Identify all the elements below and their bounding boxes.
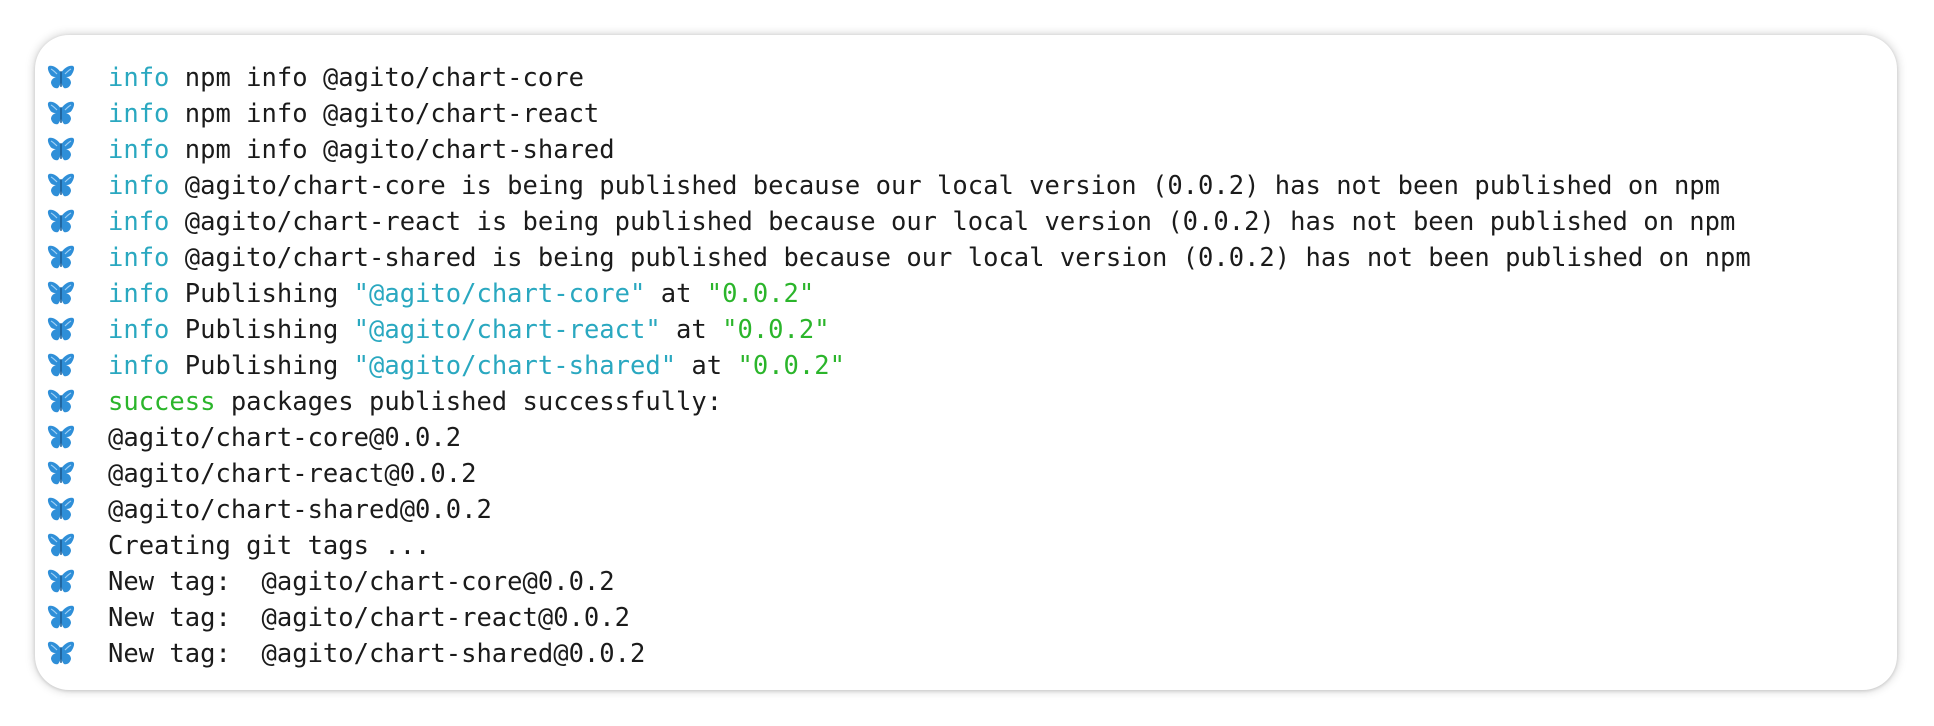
butterfly-icon — [47, 173, 75, 199]
log-message: @agito/chart-shared@0.0.2 — [108, 495, 492, 525]
butterfly-icon — [47, 353, 75, 379]
log-text: info npm info @agito/chart-react — [108, 96, 599, 132]
log-message: @agito/chart-react@0.0.2 — [108, 459, 477, 489]
log-message: @agito/chart-core@0.0.2 — [108, 423, 462, 453]
butterfly-icon — [47, 65, 75, 91]
log-message: at — [676, 351, 738, 381]
butterfly-icon — [47, 281, 75, 307]
log-line: info Publishing "@agito/chart-shared" at… — [35, 348, 1897, 384]
log-line: New tag: @agito/chart-shared@0.0.2 — [35, 636, 1897, 672]
log-message: npm info @agito/chart-core — [169, 63, 584, 93]
log-message: npm info @agito/chart-shared — [169, 135, 615, 165]
log-line: info @agito/chart-react is being publish… — [35, 204, 1897, 240]
log-message: New tag: @agito/chart-shared@0.0.2 — [108, 639, 646, 669]
log-text: New tag: @agito/chart-shared@0.0.2 — [108, 636, 645, 672]
log-message: Publishing — [169, 315, 354, 345]
butterfly-icon — [47, 389, 75, 415]
log-message: Creating git tags ... — [108, 531, 431, 561]
log-text: info @agito/chart-react is being publish… — [108, 204, 1735, 240]
butterfly-icon — [47, 425, 75, 451]
log-line: info @agito/chart-core is being publishe… — [35, 168, 1897, 204]
log-line: New tag: @agito/chart-react@0.0.2 — [35, 600, 1897, 636]
log-level-info: info — [108, 207, 170, 237]
version-string: "0.0.2" — [706, 279, 815, 309]
version-string: "0.0.2" — [722, 315, 830, 345]
log-message: at — [645, 279, 707, 309]
log-level-info: info — [108, 279, 170, 309]
log-line: info @agito/chart-shared is being publis… — [35, 240, 1897, 276]
butterfly-icon — [47, 101, 75, 127]
log-level-info: info — [108, 351, 170, 381]
butterfly-icon — [47, 497, 75, 523]
log-line: @agito/chart-react@0.0.2 — [35, 456, 1897, 492]
log-text: New tag: @agito/chart-react@0.0.2 — [108, 600, 630, 636]
butterfly-icon — [47, 533, 75, 559]
log-message: Publishing — [169, 279, 354, 309]
log-level-info: info — [108, 99, 170, 129]
log-text: info Publishing "@agito/chart-shared" at… — [108, 348, 845, 384]
log-line: @agito/chart-core@0.0.2 — [35, 420, 1897, 456]
log-message: at — [660, 315, 723, 345]
log-text: @agito/chart-react@0.0.2 — [108, 456, 476, 492]
package-name-string: "@agito/chart-core" — [353, 279, 646, 309]
log-message: Publishing — [169, 351, 354, 381]
terminal-output: info npm info @agito/chart-core info npm … — [35, 60, 1897, 672]
log-line: New tag: @agito/chart-core@0.0.2 — [35, 564, 1897, 600]
log-line: info npm info @agito/chart-core — [35, 60, 1897, 96]
log-level-info: info — [108, 63, 170, 93]
log-message: New tag: @agito/chart-react@0.0.2 — [108, 603, 630, 633]
log-text: info Publishing "@agito/chart-core" at "… — [108, 276, 814, 312]
log-level-info: info — [108, 315, 170, 345]
log-text: info npm info @agito/chart-core — [108, 60, 584, 96]
butterfly-icon — [47, 245, 75, 271]
log-line: info Publishing "@agito/chart-core" at "… — [35, 276, 1897, 312]
log-text: success packages published successfully: — [108, 384, 722, 420]
log-line: success packages published successfully: — [35, 384, 1897, 420]
butterfly-icon — [47, 461, 75, 487]
package-name-string: "@agito/chart-react" — [353, 315, 661, 345]
package-name-string: "@agito/chart-shared" — [353, 351, 677, 381]
log-message: @agito/chart-react is being published be… — [169, 207, 1736, 237]
log-text: info @agito/chart-shared is being publis… — [108, 240, 1751, 276]
log-text: info @agito/chart-core is being publishe… — [108, 168, 1720, 204]
log-level-success: success — [108, 387, 216, 417]
log-message: @agito/chart-shared is being published b… — [169, 243, 1751, 273]
log-level-info: info — [108, 135, 170, 165]
butterfly-icon — [47, 641, 75, 667]
log-line: info npm info @agito/chart-react — [35, 96, 1897, 132]
butterfly-icon — [47, 209, 75, 235]
log-text: info npm info @agito/chart-shared — [108, 132, 615, 168]
log-level-info: info — [108, 171, 170, 201]
log-message: packages published successfully: — [215, 387, 723, 417]
version-string: "0.0.2" — [737, 351, 845, 381]
log-text: @agito/chart-shared@0.0.2 — [108, 492, 492, 528]
log-line: info Publishing "@agito/chart-react" at … — [35, 312, 1897, 348]
butterfly-icon — [47, 569, 75, 595]
log-message: @agito/chart-core is being published bec… — [169, 171, 1721, 201]
log-level-info: info — [108, 243, 170, 273]
butterfly-icon — [47, 137, 75, 163]
log-text: Creating git tags ... — [108, 528, 430, 564]
butterfly-icon — [47, 317, 75, 343]
log-text: @agito/chart-core@0.0.2 — [108, 420, 461, 456]
terminal-window[interactable]: info npm info @agito/chart-core info npm … — [35, 35, 1897, 690]
log-text: info Publishing "@agito/chart-react" at … — [108, 312, 830, 348]
log-text: New tag: @agito/chart-core@0.0.2 — [108, 564, 615, 600]
log-line: Creating git tags ... — [35, 528, 1897, 564]
log-message: npm info @agito/chart-react — [169, 99, 600, 129]
log-line: info npm info @agito/chart-shared — [35, 132, 1897, 168]
log-line: @agito/chart-shared@0.0.2 — [35, 492, 1897, 528]
log-message: New tag: @agito/chart-core@0.0.2 — [108, 567, 615, 597]
butterfly-icon — [47, 605, 75, 631]
